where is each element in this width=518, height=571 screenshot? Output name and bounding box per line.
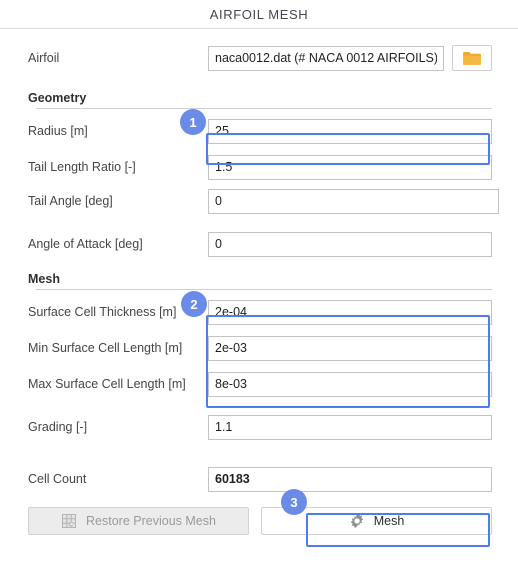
step-badge-2: 2 <box>181 291 207 317</box>
restore-previous-mesh-label: Restore Previous Mesh <box>86 514 216 528</box>
row-angle-of-attack: Angle of Attack [deg] <box>28 228 492 260</box>
row-radius: Radius [m] <box>28 115 492 147</box>
min-surface-cell-length-label: Min Surface Cell Length [m] <box>28 341 183 355</box>
grading-label: Grading [-] <box>28 420 88 434</box>
airfoil-field-wrap <box>208 45 444 71</box>
tail-length-ratio-input[interactable] <box>208 154 492 180</box>
mesh-section-header: Mesh <box>28 272 492 290</box>
radius-field-wrap <box>208 118 492 144</box>
angle-of-attack-label: Angle of Attack [deg] <box>28 237 143 251</box>
mesh-button-label: Mesh <box>373 514 405 528</box>
surface-cell-thickness-input[interactable] <box>208 299 492 325</box>
airfoil-row: Airfoil <box>28 35 492 81</box>
gear-icon <box>349 513 365 529</box>
window-titlebar: AIRFOIL MESH <box>0 0 518 29</box>
airfoil-mesh-panel: Airfoil Geometry Radius [m] Tail Length … <box>0 35 518 535</box>
min-surface-cell-length-input[interactable] <box>208 335 492 361</box>
airfoil-label: Airfoil <box>28 51 60 65</box>
max-surface-cell-length-field-wrap <box>208 371 492 397</box>
tail-length-ratio-label: Tail Length Ratio [-] <box>28 160 136 174</box>
row-min-surface-cell-length: Min Surface Cell Length [m] <box>28 332 492 364</box>
mesh-section-title: Mesh <box>28 272 60 286</box>
grading-input[interactable] <box>208 414 492 440</box>
tail-angle-label: Tail Angle [deg] <box>28 194 113 208</box>
folder-icon <box>462 50 482 66</box>
grading-field-wrap <box>208 414 492 440</box>
surface-cell-thickness-field-wrap <box>208 299 492 325</box>
airfoil-input[interactable] <box>208 45 444 71</box>
tail-angle-field-wrap <box>208 188 499 214</box>
cell-count-input <box>208 466 492 492</box>
row-surface-cell-thickness: Surface Cell Thickness [m] <box>28 296 492 328</box>
geometry-section-header: Geometry <box>28 91 492 109</box>
page-title: AIRFOIL MESH <box>209 6 309 22</box>
geometry-section-title: Geometry <box>28 91 87 105</box>
tail-length-ratio-field-wrap <box>208 154 492 180</box>
geometry-section-rule <box>36 108 492 109</box>
row-max-surface-cell-length: Max Surface Cell Length [m] <box>28 368 492 400</box>
cell-count-label: Cell Count <box>28 472 87 486</box>
step-badge-3: 3 <box>281 489 307 515</box>
row-tail-angle: Tail Angle [deg] <box>28 185 499 217</box>
browse-airfoil-button[interactable] <box>452 45 492 71</box>
min-surface-cell-length-field-wrap <box>208 335 492 361</box>
step-badge-1: 1 <box>180 109 206 135</box>
mesh-grid-icon <box>61 513 77 529</box>
angle-of-attack-field-wrap <box>208 231 492 257</box>
angle-of-attack-input[interactable] <box>208 231 492 257</box>
max-surface-cell-length-label: Max Surface Cell Length [m] <box>28 377 186 391</box>
max-surface-cell-length-input[interactable] <box>208 371 492 397</box>
cell-count-field-wrap <box>208 466 492 492</box>
restore-previous-mesh-button[interactable]: Restore Previous Mesh <box>28 507 249 535</box>
tail-angle-input[interactable] <box>208 188 499 214</box>
mesh-section-rule <box>36 289 492 290</box>
radius-input[interactable] <box>208 118 492 144</box>
row-tail-length-ratio: Tail Length Ratio [-] <box>28 151 492 183</box>
row-grading: Grading [-] <box>28 411 492 443</box>
row-cell-count: Cell Count <box>28 463 492 495</box>
action-buttons-row: Restore Previous Mesh Mesh <box>28 507 492 535</box>
